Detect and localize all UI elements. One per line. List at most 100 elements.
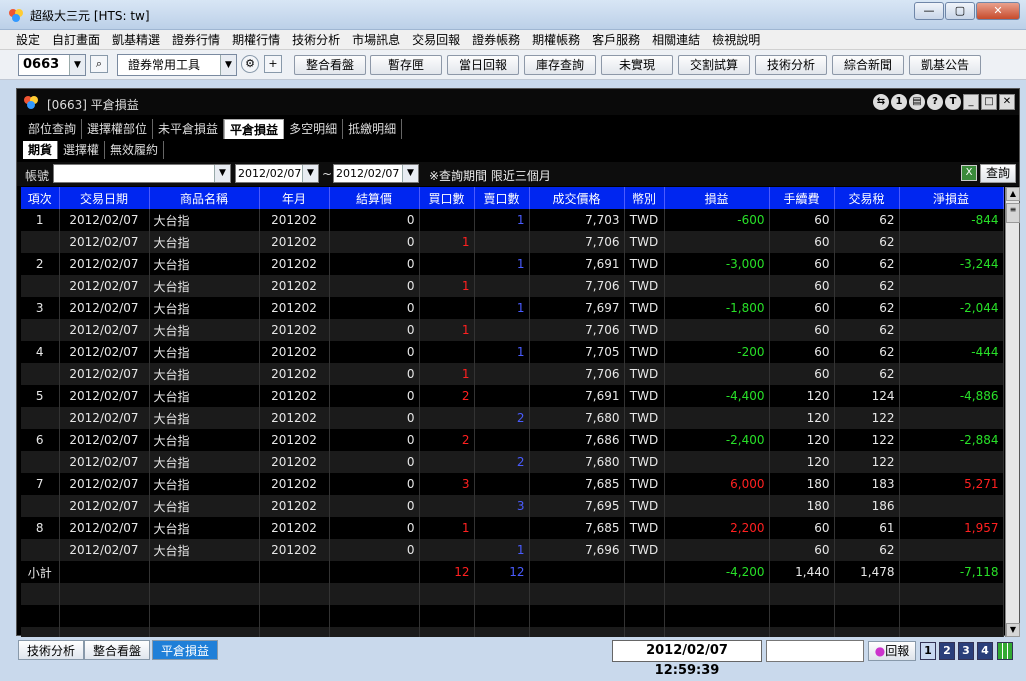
menu-help[interactable]: 檢視說明 <box>706 30 766 49</box>
vertical-scrollbar[interactable]: ▲ ≡ ▼ <box>1005 187 1020 637</box>
query-button[interactable]: 查詢 <box>980 164 1016 183</box>
layout-3-button[interactable]: 3 <box>958 642 974 660</box>
panel-maximize-button[interactable]: □ <box>981 94 997 110</box>
table-row[interactable]: 1 2012/02/07 大台指 201202 0 1 7,703 TWD -600 60 62 -8… <box>21 209 1004 231</box>
news-button[interactable]: 綜合新聞 <box>832 55 904 75</box>
gear-icon[interactable]: ⚙ <box>241 55 259 73</box>
table-row[interactable]: 2012/02/07 大台指 201202 0 1 7,706 TWD 60 62 <box>21 319 1004 341</box>
col-header[interactable]: 淨損益 <box>899 187 1004 209</box>
tab-closed-pnl[interactable]: 平倉損益 <box>224 119 285 139</box>
table-row[interactable]: 2012/02/07 大台指 201202 0 1 7,706 TWD 60 62 <box>21 275 1004 297</box>
layout-4-button[interactable]: 4 <box>977 642 993 660</box>
new-window-icon[interactable]: + <box>264 55 282 73</box>
bottom-tab-technical[interactable]: 技術分析 <box>18 640 85 660</box>
daily-report-button[interactable]: 當日回報 <box>447 55 519 75</box>
account-select[interactable]: ▼ <box>53 164 231 183</box>
menu-market-news[interactable]: 市場訊息 <box>346 30 406 49</box>
date-from-picker[interactable]: 2012/02/07 ▼ <box>235 164 319 183</box>
col-header[interactable]: 損益 <box>664 187 770 209</box>
table-row[interactable]: 7 2012/02/07 大台指 201202 0 3 7,685 TWD 6,000 180 18… <box>21 473 1004 495</box>
pin-icon[interactable]: T <box>945 94 961 110</box>
integrated-view-button[interactable]: 整合看盤 <box>294 55 366 75</box>
table-row[interactable]: 4 2012/02/07 大台指 201202 0 1 7,705 TWD -200 60 62 -4… <box>21 341 1004 363</box>
bottom-tab-closed-pnl[interactable]: 平倉損益 <box>152 640 219 660</box>
tab-positions[interactable]: 部位查詢 <box>23 119 83 139</box>
subtab-futures[interactable]: 期貨 <box>23 141 59 159</box>
col-header[interactable]: 交易日期 <box>59 187 150 209</box>
minimize-button[interactable]: — <box>914 2 944 20</box>
grid-layout-icon[interactable] <box>997 642 1013 660</box>
layout-2-button[interactable]: 2 <box>939 642 955 660</box>
menu-futures-quotes[interactable]: 期權行情 <box>226 30 286 49</box>
menu-trade-report[interactable]: 交易回報 <box>406 30 466 49</box>
search-icon[interactable]: ⌕ <box>90 55 108 73</box>
chevron-down-icon[interactable]: ▼ <box>214 165 230 182</box>
stock-code-select[interactable]: 0663 ▼ <box>18 54 86 76</box>
table-row[interactable]: 2012/02/07 大台指 201202 0 3 7,695 TWD 180 186 <box>21 495 1004 517</box>
scroll-down-arrow-icon[interactable]: ▼ <box>1006 623 1020 637</box>
col-header[interactable]: 年月 <box>259 187 330 209</box>
kgi-notice-button[interactable]: 凱基公告 <box>909 55 981 75</box>
col-header[interactable]: 成交價格 <box>529 187 625 209</box>
maximize-button[interactable]: ▢ <box>945 2 975 20</box>
table-row[interactable]: 2 2012/02/07 大台指 201202 0 1 7,691 TWD -3,000 60 62… <box>21 253 1004 275</box>
bottom-tab-integrated[interactable]: 整合看盤 <box>84 640 151 660</box>
clipboard-button[interactable]: 暫存匣 <box>370 55 442 75</box>
panel-close-button[interactable]: ✕ <box>999 94 1015 110</box>
tool-select[interactable]: 證券常用工具 ▼ <box>117 54 237 76</box>
menu-custom-screen[interactable]: 自訂畫面 <box>46 30 106 49</box>
menu-stock-quotes[interactable]: 證券行情 <box>166 30 226 49</box>
chevron-down-icon[interactable]: ▼ <box>402 165 418 182</box>
menu-settings[interactable]: 設定 <box>10 30 46 49</box>
tab-open-pnl[interactable]: 未平倉損益 <box>153 119 225 139</box>
col-header[interactable]: 結算價 <box>329 187 420 209</box>
link-icon[interactable]: ⇆ <box>873 94 889 110</box>
date-to-picker[interactable]: 2012/02/07 ▼ <box>333 164 419 183</box>
chevron-down-icon[interactable]: ▼ <box>220 55 236 75</box>
unrealized-button[interactable]: 未實現 <box>601 55 673 75</box>
chevron-down-icon[interactable]: ▼ <box>69 55 85 75</box>
excel-export-icon[interactable]: X <box>961 165 977 181</box>
scroll-up-arrow-icon[interactable]: ▲ <box>1006 187 1020 201</box>
menu-futures-account[interactable]: 期權帳務 <box>526 30 586 49</box>
menu-customer-service[interactable]: 客戶服務 <box>586 30 646 49</box>
menu-links[interactable]: 相關連結 <box>646 30 706 49</box>
close-button[interactable]: ✕ <box>976 2 1020 20</box>
report-button[interactable]: ●回報 <box>868 641 916 661</box>
table-row[interactable]: 2012/02/07 大台指 201202 0 2 7,680 TWD 120 122 <box>21 451 1004 473</box>
table-row[interactable]: 3 2012/02/07 大台指 201202 0 1 7,697 TWD -1,800 60 62… <box>21 297 1004 319</box>
layout-1-button[interactable]: 1 <box>920 642 936 660</box>
inventory-query-button[interactable]: 庫存查詢 <box>524 55 596 75</box>
col-header[interactable]: 項次 <box>21 187 60 209</box>
table-row[interactable]: 5 2012/02/07 大台指 201202 0 2 7,691 TWD -4,400 120 1… <box>21 385 1004 407</box>
print-icon[interactable]: ▤ <box>909 94 925 110</box>
chevron-down-icon[interactable]: ▼ <box>302 165 318 182</box>
scroll-thumb[interactable]: ≡ <box>1006 203 1020 223</box>
col-header[interactable]: 幣別 <box>624 187 665 209</box>
panel-minimize-button[interactable]: _ <box>963 94 979 110</box>
table-row[interactable]: 2012/02/07 大台指 201202 0 2 7,680 TWD 120 122 <box>21 407 1004 429</box>
table-row[interactable]: 6 2012/02/07 大台指 201202 0 2 7,686 TWD -2,400 120 1… <box>21 429 1004 451</box>
table-row[interactable]: 2012/02/07 大台指 201202 0 1 7,706 TWD 60 62 <box>21 363 1004 385</box>
settlement-calc-button[interactable]: 交割試算 <box>678 55 750 75</box>
tab-option-positions[interactable]: 選擇權部位 <box>82 119 154 139</box>
technical-analysis-button[interactable]: 技術分析 <box>755 55 827 75</box>
menu-stock-account[interactable]: 證券帳務 <box>466 30 526 49</box>
subtotal-row[interactable]: 小計 12 12 -4,200 1,440 1,478 -7,118 <box>21 561 1004 583</box>
subtab-options[interactable]: 選擇權 <box>58 141 106 159</box>
col-header[interactable]: 商品名稱 <box>149 187 260 209</box>
tab-long-short-detail[interactable]: 多空明細 <box>284 119 344 139</box>
table-row[interactable]: 2012/02/07 大台指 201202 0 1 7,706 TWD 60 62 <box>21 231 1004 253</box>
tab-collateral-detail[interactable]: 抵繳明細 <box>343 119 403 139</box>
menu-technical[interactable]: 技術分析 <box>286 30 346 49</box>
col-header[interactable]: 手續費 <box>769 187 835 209</box>
col-header[interactable]: 交易稅 <box>834 187 900 209</box>
table-row[interactable]: 8 2012/02/07 大台指 201202 0 1 7,685 TWD 2,200 60 61 1… <box>21 517 1004 539</box>
info-icon[interactable]: 1 <box>891 94 907 110</box>
col-header[interactable]: 買口數 <box>419 187 475 209</box>
col-header[interactable]: 賣口數 <box>474 187 530 209</box>
table-row[interactable]: 2012/02/07 大台指 201202 0 1 7,696 TWD 60 62 <box>21 539 1004 561</box>
subtab-invalid-exercise[interactable]: 無效履約 <box>105 141 165 159</box>
help-icon[interactable]: ? <box>927 94 943 110</box>
menu-kgi-picks[interactable]: 凱基精選 <box>106 30 166 49</box>
